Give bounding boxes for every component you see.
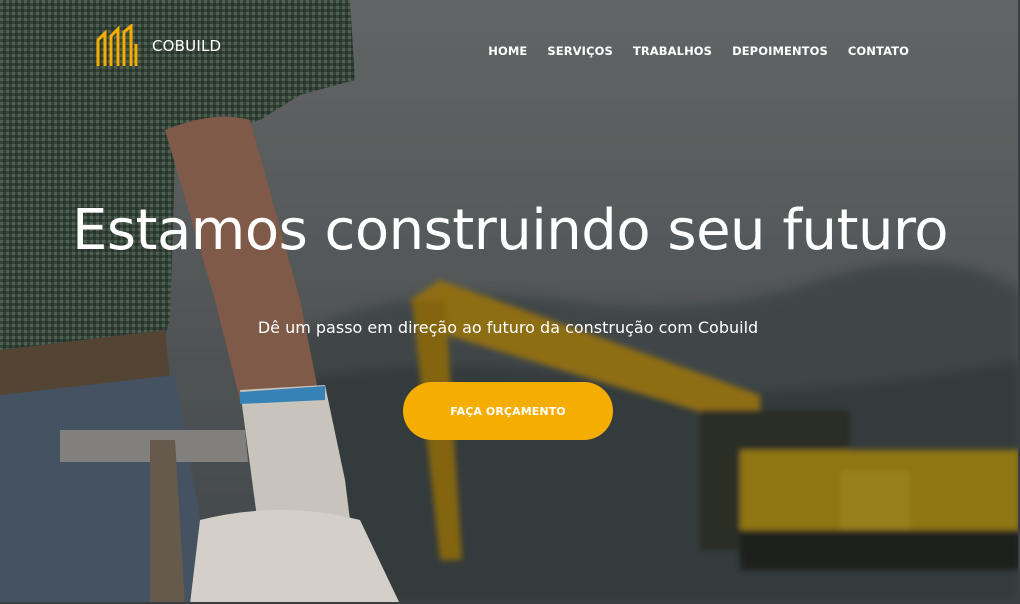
hero-subtitle: Dê um passo em direção ao futuro da cons… (257, 318, 759, 337)
nav-link-servicos[interactable]: SERVIÇOS (547, 44, 612, 58)
main-nav: HOME SERVIÇOS TRABALHOS DEPOIMENTOS CONT… (488, 44, 909, 58)
hero-section: COBUILD HOME SERVIÇOS TRABALHOS DEPOIMEN… (0, 0, 1020, 604)
request-quote-button[interactable]: FAÇA ORÇAMENTO (403, 382, 613, 440)
nav-link-depoimentos[interactable]: DEPOIMENTOS (732, 44, 828, 58)
brand-name: COBUILD (152, 37, 222, 55)
logo[interactable]: COBUILD (96, 24, 221, 68)
navbar: COBUILD HOME SERVIÇOS TRABALHOS DEPOIMEN… (0, 0, 1020, 100)
nav-link-trabalhos[interactable]: TRABALHOS (633, 44, 712, 58)
nav-link-home[interactable]: HOME (488, 44, 527, 58)
building-outline-icon (96, 24, 138, 66)
nav-link-contato[interactable]: CONTATO (848, 44, 909, 58)
hero-title: Estamos construindo seu futuro (71, 198, 949, 263)
